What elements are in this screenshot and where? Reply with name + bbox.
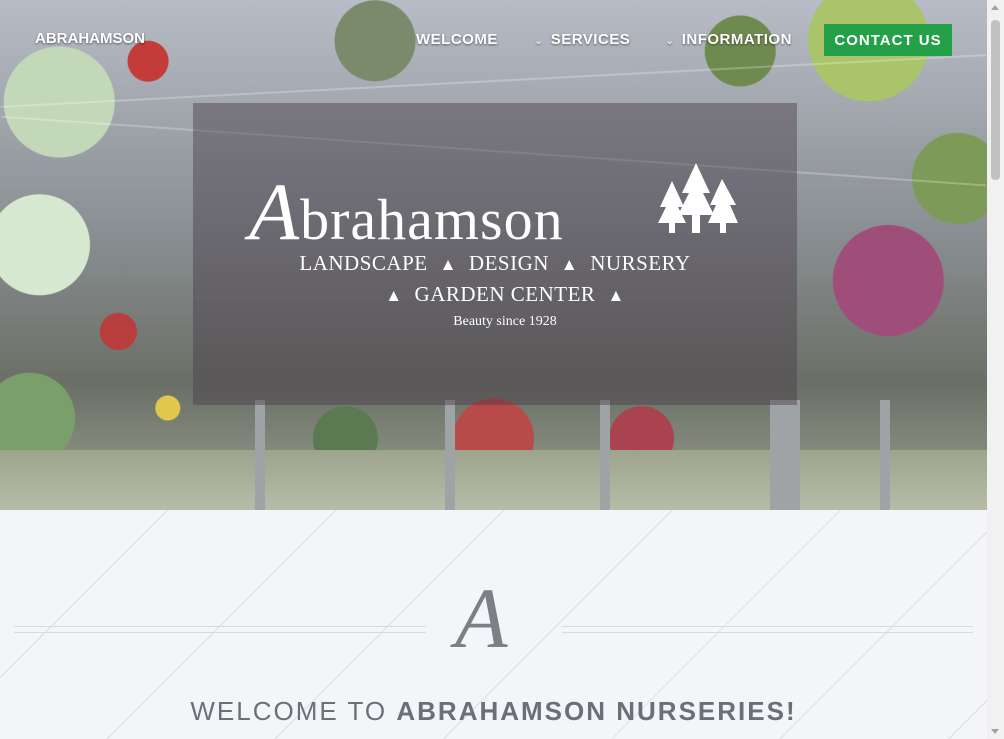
greenhouse-beam bbox=[0, 54, 987, 108]
nav-label: WELCOME bbox=[416, 31, 498, 48]
triangle-icon: ▲ bbox=[607, 286, 625, 305]
scroll-down-icon[interactable] bbox=[991, 729, 999, 734]
divider-left bbox=[14, 626, 426, 633]
greenhouse-pillar bbox=[770, 400, 800, 510]
scrollbar-thumb[interactable] bbox=[991, 20, 1000, 180]
welcome-heading: WELCOME TO ABRAHAMSON NURSERIES! bbox=[0, 696, 987, 727]
welcome-name: ABRAHAMSON NURSERIES! bbox=[396, 696, 797, 726]
tagline-landscape: LANDSCAPE bbox=[299, 251, 428, 275]
since-tagline: Beauty since 1928 bbox=[453, 314, 557, 329]
chevron-down-icon: ⌄ bbox=[665, 35, 675, 47]
chevron-down-icon: ⌄ bbox=[534, 35, 544, 47]
nav-label: SERVICES bbox=[550, 31, 631, 48]
hero-logo: Abrahamson LANDSCAPE ▲ DESIGN ▲ NURSERY ▲ GAR… bbox=[193, 103, 797, 405]
tagline-garden-center: GARDEN CENTER bbox=[414, 282, 596, 306]
greenhouse-pillar bbox=[880, 400, 890, 510]
triangle-icon: ▲ bbox=[385, 286, 403, 305]
nav-item-information[interactable]: ⌄ INFORMATION bbox=[665, 31, 792, 48]
greenhouse-pillar bbox=[600, 400, 610, 510]
greenhouse-pillar bbox=[255, 400, 265, 510]
logo-initial: A bbox=[249, 166, 301, 257]
logo-word-rest: brahamson bbox=[300, 187, 564, 252]
site-brand-link[interactable]: ABRAHAMSON bbox=[35, 30, 145, 47]
hero-banner: Abrahamson LANDSCAPE ▲ DESIGN ▲ NURSERY ▲ GAR… bbox=[0, 0, 987, 510]
welcome-prefix: WELCOME TO bbox=[190, 696, 388, 726]
scroll-up-icon[interactable] bbox=[991, 5, 999, 10]
greenhouse-floor bbox=[0, 450, 987, 510]
triangle-icon: ▲ bbox=[560, 255, 579, 274]
logo-wordmark: Abrahamson bbox=[249, 165, 564, 259]
contact-us-button[interactable]: CONTACT US bbox=[824, 24, 952, 56]
triangle-icon: ▲ bbox=[439, 255, 457, 274]
tagline-nursery: NURSERY bbox=[590, 251, 691, 275]
garden-center-tagline: ▲ GARDEN CENTER ▲ bbox=[193, 282, 817, 307]
nav-item-services[interactable]: ⌄ SERVICES bbox=[534, 31, 630, 48]
monogram-a: A bbox=[455, 570, 508, 666]
nav-item-welcome[interactable]: WELCOME bbox=[416, 31, 498, 48]
greenhouse-pillar bbox=[445, 400, 455, 510]
page-scrollbar[interactable] bbox=[987, 0, 1004, 739]
nav-label: INFORMATION bbox=[681, 31, 792, 48]
services-tagline: LANDSCAPE ▲ DESIGN ▲ NURSERY bbox=[193, 251, 797, 276]
tagline-design: DESIGN bbox=[468, 251, 549, 275]
welcome-section: A WELCOME TO ABRAHAMSON NURSERIES! bbox=[0, 510, 987, 739]
tree-icon bbox=[658, 163, 738, 233]
divider-right bbox=[562, 626, 973, 633]
